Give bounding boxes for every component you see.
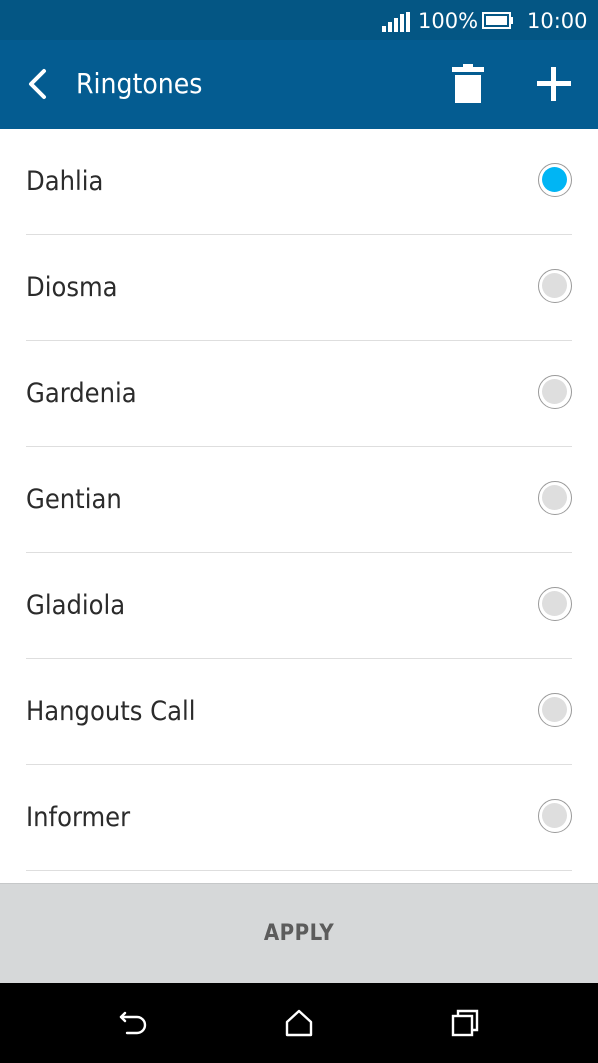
- signal-icon: [382, 12, 410, 32]
- trash-icon[interactable]: [448, 64, 488, 106]
- battery-percent: 100%: [418, 9, 479, 33]
- ringtone-label: Gentian: [26, 484, 122, 515]
- ringtone-item[interactable]: Informer: [26, 765, 572, 871]
- app-bar: Ringtones: [0, 40, 598, 129]
- radio-button[interactable]: [538, 693, 572, 727]
- navigation-bar: [0, 983, 598, 1063]
- ringtone-label: Gardenia: [26, 378, 137, 409]
- ringtone-label: Hangouts Call: [26, 696, 196, 727]
- ringtone-item[interactable]: Diosma: [26, 235, 572, 341]
- ringtone-item[interactable]: Dahlia: [26, 129, 572, 235]
- ringtone-label: Informer: [26, 802, 131, 833]
- home-icon[interactable]: [283, 1007, 315, 1039]
- ringtone-label: Dahlia: [26, 166, 104, 197]
- status-bar: 100% 10:00: [0, 0, 598, 40]
- radio-button[interactable]: [538, 269, 572, 303]
- radio-button[interactable]: [538, 799, 572, 833]
- plus-icon[interactable]: [534, 64, 574, 106]
- radio-button[interactable]: [538, 481, 572, 515]
- battery-icon: [482, 12, 513, 29]
- radio-button[interactable]: [538, 375, 572, 409]
- apply-label: APPLY: [263, 921, 335, 946]
- recents-icon[interactable]: [449, 1007, 481, 1039]
- ringtone-item[interactable]: Gentian: [26, 447, 572, 553]
- ringtone-item[interactable]: Gladiola: [26, 553, 572, 659]
- ringtone-label: Gladiola: [26, 590, 126, 621]
- ringtone-item[interactable]: Hangouts Call: [26, 659, 572, 765]
- radio-button[interactable]: [538, 587, 572, 621]
- clock: 10:00: [527, 9, 588, 33]
- page-title: Ringtones: [76, 67, 203, 100]
- apply-button[interactable]: APPLY: [0, 883, 598, 983]
- ringtone-item[interactable]: Gardenia: [26, 341, 572, 447]
- radio-button[interactable]: [538, 163, 572, 197]
- back-arrow-icon[interactable]: [20, 66, 56, 102]
- ringtone-list: Dahlia Diosma Gardenia Gentian Gladiola …: [0, 129, 598, 883]
- back-icon[interactable]: [117, 1007, 149, 1039]
- ringtone-label: Diosma: [26, 272, 118, 303]
